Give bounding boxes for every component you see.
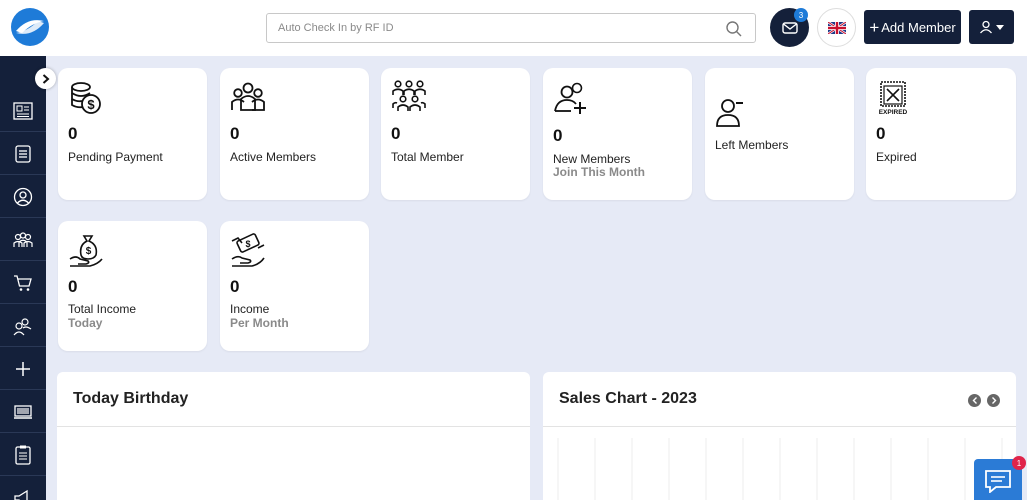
total-income-sub: Today <box>68 316 103 330</box>
expired-label: Expired <box>876 150 917 164</box>
monitor-icon <box>14 404 32 419</box>
sidebar-item-list[interactable] <box>0 133 46 175</box>
chat-icon <box>985 470 1011 493</box>
total-member-value: 0 <box>391 124 401 143</box>
members-group-icon <box>13 231 33 247</box>
income-month-label: Income <box>230 302 270 316</box>
card-pending-payment[interactable]: $ 0 Pending Payment <box>58 68 207 200</box>
plus-icon: + <box>869 17 880 37</box>
sales-chart-panel: Sales Chart - 2023 <box>543 372 1016 500</box>
chat-unread-badge: 1 <box>1012 456 1026 470</box>
expired-ticket-icon: EXPIRED <box>876 80 912 116</box>
chevron-right-icon <box>991 397 996 404</box>
panel-divider <box>57 426 530 427</box>
sidebar-item-monitor[interactable] <box>0 391 46 433</box>
sidebar-item-announcements[interactable] <box>0 477 46 500</box>
card-total-member[interactable]: 0 Total Member <box>381 68 530 200</box>
sidebar-item-shop[interactable] <box>0 262 46 304</box>
pending-payment-label: Pending Payment <box>68 150 163 164</box>
chevron-left-icon <box>972 397 977 404</box>
expired-icon-text: EXPIRED <box>879 109 908 116</box>
dashboard-card-icon <box>13 101 33 120</box>
chart-next-button[interactable] <box>987 394 1000 407</box>
megaphone-icon <box>14 489 28 500</box>
pending-payment-value: 0 <box>68 124 78 143</box>
sidebar-item-members[interactable] <box>0 219 46 261</box>
income-month-value: 0 <box>230 277 240 296</box>
new-members-value: 0 <box>553 126 563 145</box>
top-header: 3 + Add Member <box>0 0 1027 56</box>
user-minus-icon <box>715 96 751 132</box>
mail-icon <box>781 21 798 34</box>
messages-count-badge: 3 <box>794 8 808 22</box>
card-total-income[interactable]: $ 0 Total Income Today <box>58 221 207 351</box>
group-icon <box>230 80 266 116</box>
svg-text:$: $ <box>245 239 250 249</box>
sidebar-item-profile[interactable] <box>0 176 46 218</box>
total-income-value: 0 <box>68 277 78 296</box>
sales-chart-gridlines <box>557 438 1003 500</box>
rfid-search-box <box>266 13 756 43</box>
new-members-label: New Members <box>553 152 631 166</box>
card-new-members[interactable]: 0 New Members Join This Month <box>543 68 692 200</box>
svg-text:$: $ <box>87 97 95 112</box>
search-icon[interactable] <box>725 20 743 38</box>
sidebar-item-checklist[interactable] <box>0 434 46 476</box>
active-members-label: Active Members <box>230 150 317 164</box>
left-members-label: Left Members <box>715 138 789 152</box>
sidebar-item-dashboard[interactable] <box>0 90 46 132</box>
chart-prev-button[interactable] <box>968 394 981 407</box>
sidebar-toggle-button[interactable] <box>35 68 56 89</box>
card-left-members[interactable]: Left Members <box>705 68 854 200</box>
total-member-label: Total Member <box>391 150 464 164</box>
new-members-sub: Join This Month <box>553 165 645 179</box>
sidebar-item-add[interactable] <box>0 348 46 390</box>
today-birthday-panel: Today Birthday <box>57 372 530 500</box>
expired-value: 0 <box>876 124 886 143</box>
money-exchange-icon: $ <box>230 233 266 269</box>
money-bag-hand-icon: $ <box>68 233 104 269</box>
panel-divider <box>543 426 1016 427</box>
active-members-value: 0 <box>230 124 240 143</box>
caret-down-icon <box>996 24 1004 30</box>
sidebar-item-staff[interactable] <box>0 305 46 347</box>
coins-dollar-icon: $ <box>68 80 104 116</box>
app-logo[interactable] <box>10 7 50 47</box>
language-button[interactable] <box>817 8 856 47</box>
card-income-month[interactable]: $ 0 Income Per Month <box>220 221 369 351</box>
plus-icon <box>16 361 30 376</box>
user-menu-button[interactable] <box>969 10 1014 44</box>
income-month-sub: Per Month <box>230 316 289 330</box>
users-icon <box>13 317 32 335</box>
today-birthday-title: Today Birthday <box>73 390 189 407</box>
sidebar <box>0 56 46 500</box>
add-member-label: Add Member <box>881 19 956 35</box>
svg-text:$: $ <box>86 246 92 257</box>
cart-icon <box>14 274 32 291</box>
add-member-button[interactable]: + Add Member <box>864 10 961 44</box>
crowd-icon <box>391 80 427 116</box>
list-icon <box>15 144 31 163</box>
card-active-members[interactable]: 0 Active Members <box>220 68 369 200</box>
card-expired[interactable]: EXPIRED 0 Expired <box>866 68 1016 200</box>
clipboard-icon <box>15 445 31 465</box>
user-icon <box>980 20 992 34</box>
user-add-icon <box>553 82 589 118</box>
rfid-search-input[interactable] <box>267 14 707 42</box>
chevron-right-icon <box>42 73 50 84</box>
sales-chart-title: Sales Chart - 2023 <box>559 390 697 407</box>
uk-flag-icon <box>827 21 846 34</box>
total-income-label: Total Income <box>68 302 137 316</box>
user-circle-icon <box>13 187 33 206</box>
